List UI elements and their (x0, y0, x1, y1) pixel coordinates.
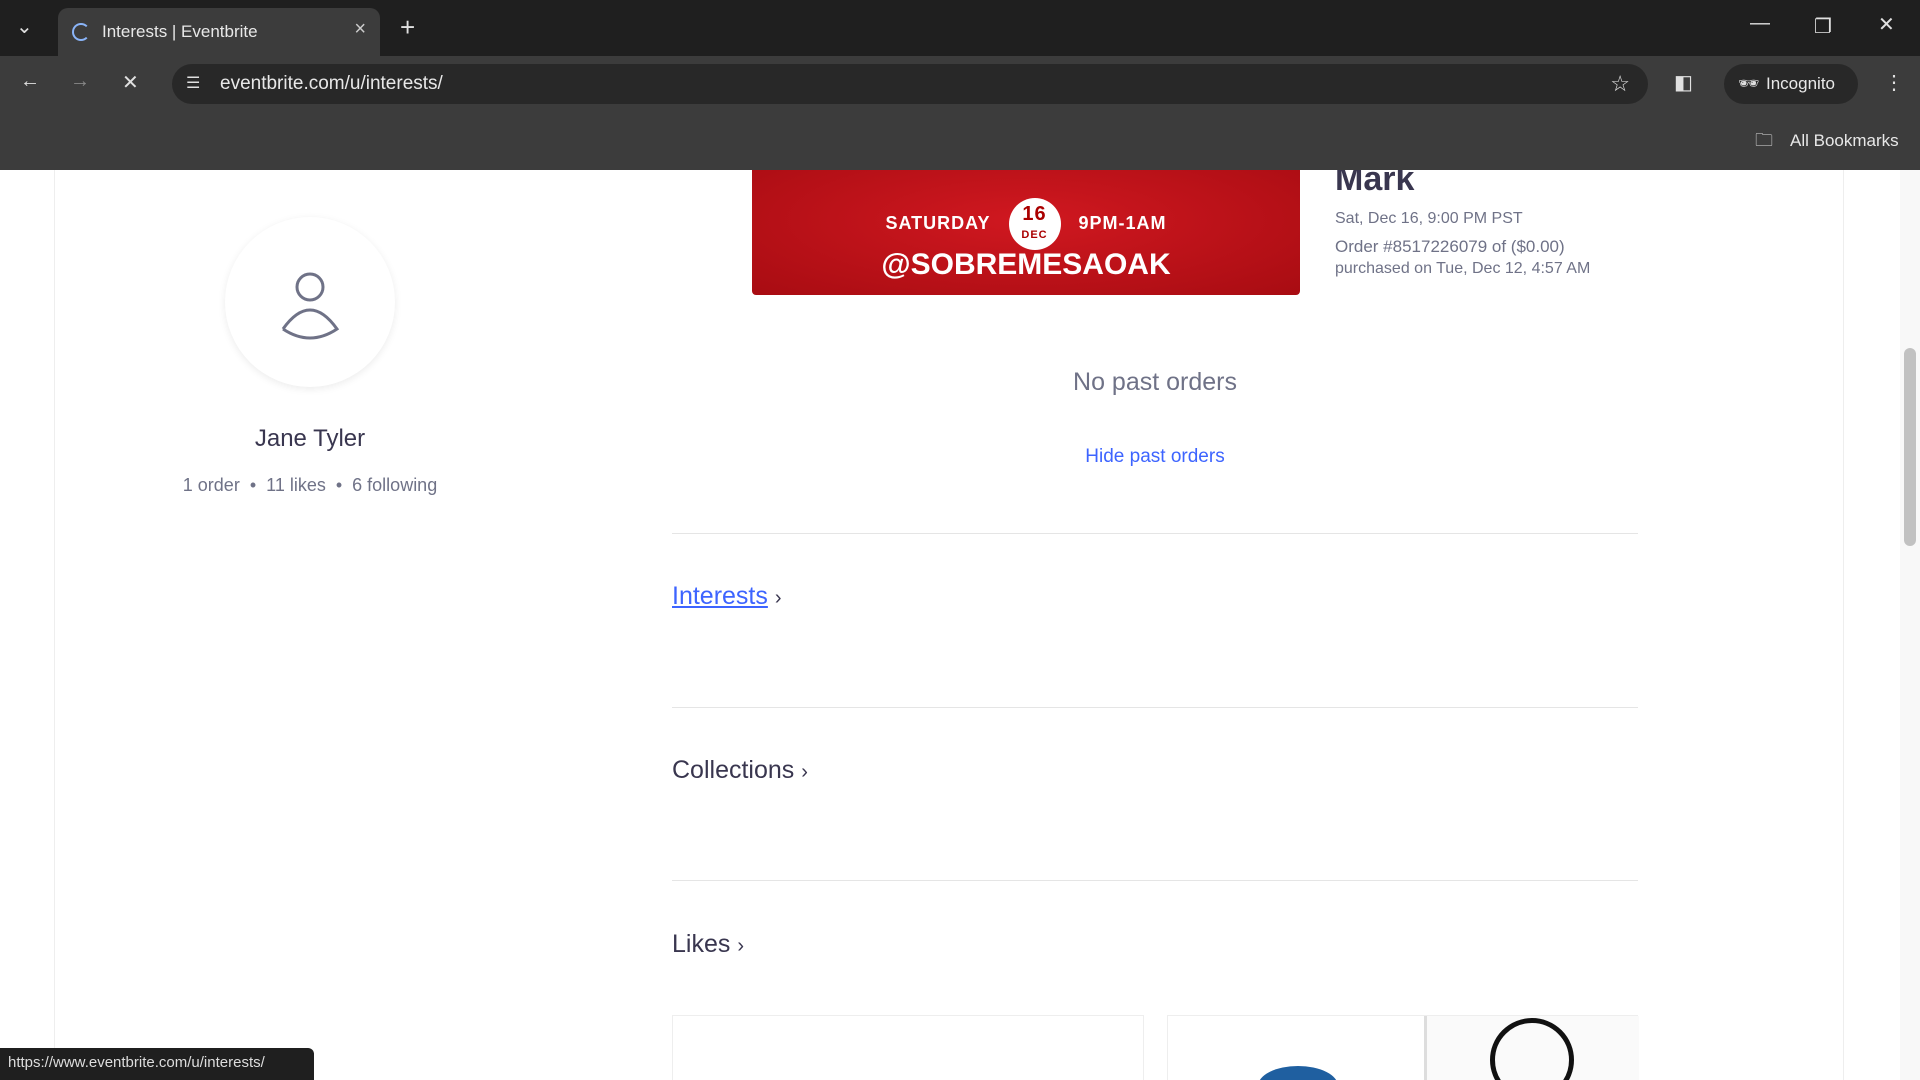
site-settings-icon[interactable]: ☰ (186, 64, 200, 104)
forward-icon[interactable]: → (70, 70, 90, 93)
tab-title: Interests | Eventbrite (102, 22, 258, 41)
likes-label: Likes (672, 930, 731, 958)
toolbar: ← → ✕ ☰ eventbrite.com/u/interests/ ☆ ◧ … (0, 56, 1920, 112)
avatar (225, 217, 395, 387)
chevron-right-icon: › (737, 935, 744, 957)
all-bookmarks[interactable]: All Bookmarks (1790, 131, 1899, 151)
chevron-right-icon: › (774, 587, 782, 609)
back-icon[interactable]: ← (20, 70, 40, 93)
address-bar[interactable]: ☰ eventbrite.com/u/interests/ ☆ (172, 64, 1648, 104)
banner-month: DEC (1021, 229, 1048, 241)
hide-past-orders-link[interactable]: Hide past orders (1085, 446, 1224, 467)
collections-link[interactable]: Collections › (672, 756, 808, 785)
new-tab-icon[interactable]: + (400, 12, 415, 43)
divider (672, 880, 1638, 881)
menu-icon[interactable]: ⋮ (1884, 70, 1904, 95)
purchase-date: purchased on Tue, Dec 12, 4:57 AM (1335, 260, 1591, 277)
likes-count[interactable]: 11 likes (266, 475, 326, 495)
status-bar-url: https://www.eventbrite.com/u/interests/ (0, 1048, 314, 1080)
scrollbar-thumb[interactable] (1904, 348, 1916, 546)
incognito-label: Incognito (1766, 74, 1835, 93)
interests-label: Interests (672, 582, 768, 610)
order-number: Order #8517226079 of ($0.00) (1335, 237, 1565, 256)
tab-search-icon[interactable]: ⌄ (16, 14, 33, 39)
page-content: Jane Tyler 1 order • 11 likes • 6 follow… (0, 170, 1900, 1080)
folder-icon: 🗀 (1755, 130, 1773, 150)
incognito-icon: 🕶 (1738, 74, 1760, 93)
divider (672, 533, 1638, 534)
likes-link[interactable]: Likes › (672, 930, 744, 959)
url-text: eventbrite.com/u/interests/ (220, 73, 443, 94)
banner-date: 16 (1022, 203, 1047, 225)
banner-day: SATURDAY (885, 212, 991, 233)
collections-label: Collections (672, 756, 795, 784)
close-window-icon[interactable]: ✕ (1878, 12, 1895, 37)
tab-bar: ⌄ Interests | Eventbrite × + — ❐ ✕ (0, 0, 1920, 56)
following-count[interactable]: 6 following (352, 475, 437, 495)
liked-event-card[interactable] (672, 1015, 1144, 1080)
close-tab-icon[interactable]: × (354, 18, 366, 41)
liked-event-card[interactable] (1167, 1015, 1639, 1080)
restore-icon[interactable]: ❐ (1814, 14, 1832, 39)
incognito-badge[interactable]: 🕶 Incognito (1724, 64, 1858, 104)
loading-icon (72, 23, 90, 41)
divider (672, 707, 1638, 708)
tab-interests[interactable]: Interests | Eventbrite × (58, 8, 380, 56)
minimize-icon[interactable]: — (1750, 12, 1770, 35)
no-past-orders: No past orders (1073, 368, 1237, 396)
event-banner[interactable]: SATURDAY 16 DEC 9PM-1AM @SOBREMESAOAK (752, 170, 1300, 295)
event-title[interactable]: Mark (1335, 170, 1414, 199)
side-panel-icon[interactable]: ◧ (1674, 70, 1693, 95)
chevron-right-icon: › (801, 761, 808, 783)
banner-time: 9PM-1AM (1078, 212, 1167, 233)
scrollbar[interactable] (1900, 170, 1920, 1080)
orders-count[interactable]: 1 order (183, 475, 240, 495)
bookmarks-bar: 🗀 All Bookmarks (0, 112, 1920, 170)
event-date: Sat, Dec 16, 9:00 PM PST (1335, 210, 1523, 227)
interests-link[interactable]: Interests › (672, 582, 782, 611)
profile-stats: 1 order • 11 likes • 6 following (182, 475, 438, 495)
banner-handle: @SOBREMESAOAK (881, 248, 1171, 281)
profile-name: Jane Tyler (254, 425, 366, 452)
bookmark-star-icon[interactable]: ☆ (1610, 64, 1630, 104)
stop-icon[interactable]: ✕ (122, 70, 139, 95)
user-icon (281, 272, 340, 340)
